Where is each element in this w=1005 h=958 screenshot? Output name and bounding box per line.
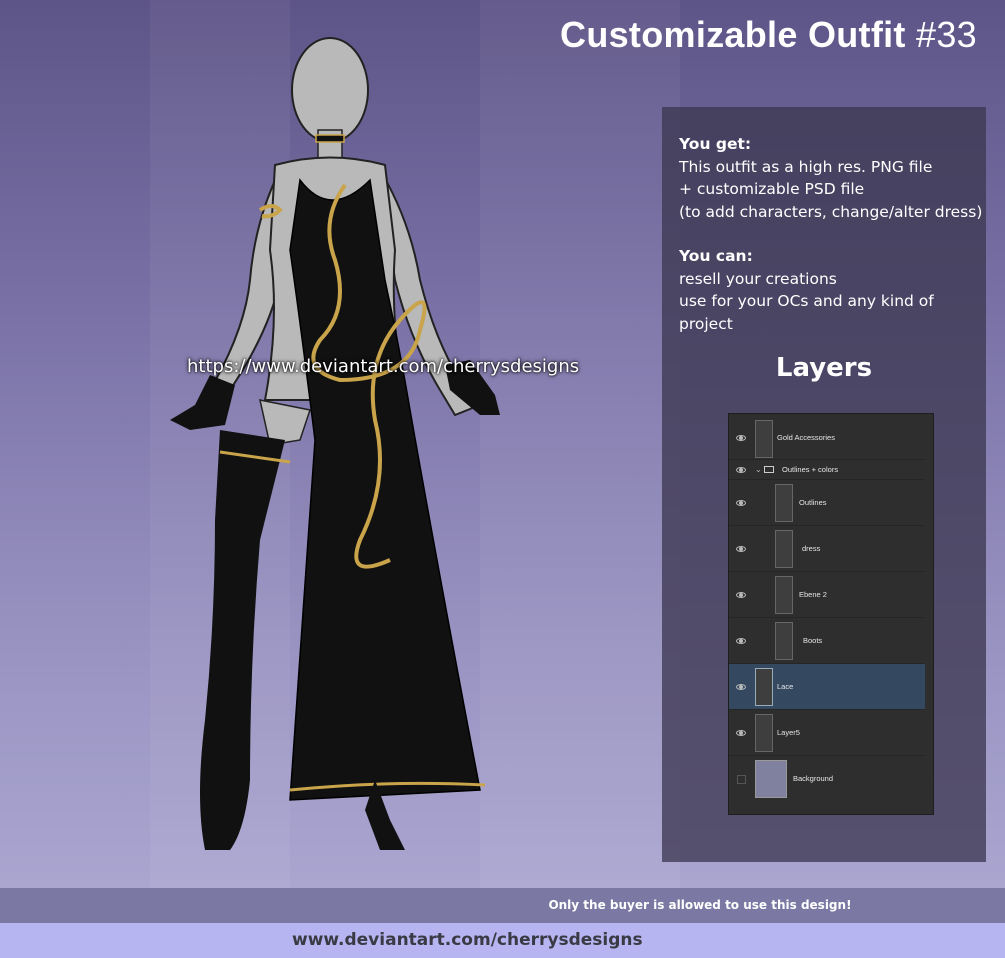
- layer-name: Boots: [803, 635, 823, 645]
- layer-name: Layer5: [777, 727, 800, 737]
- you-can-heading: You can:: [679, 247, 753, 265]
- layer-name: Background: [793, 774, 834, 783]
- layer-row[interactable]: Background: [729, 756, 925, 802]
- layer-name: Ebene 2: [799, 589, 827, 599]
- visibility-checkbox[interactable]: [737, 775, 746, 784]
- info-text: You get: This outfit as a high res. PNG …: [679, 133, 986, 335]
- footer-url[interactable]: www.deviantart.com/cherrysdesigns: [292, 930, 643, 950]
- title-main: Customizable Outfit: [560, 14, 906, 55]
- layers-heading: Layers: [775, 353, 873, 383]
- layer-row[interactable]: Layer5: [729, 710, 925, 756]
- layer-row[interactable]: Gold Accessories: [729, 416, 925, 460]
- buyer-notice: Only the buyer is allowed to use this de…: [548, 898, 852, 912]
- footer-bar: www.deviantart.com/cherrysdesigns: [0, 923, 1005, 958]
- you-get-line: + customizable PSD file: [679, 180, 865, 198]
- you-get-line: (to add characters, change/alter dress): [679, 202, 983, 221]
- layer-name: Outlines + colors: [782, 464, 839, 474]
- page-title: Customizable Outfit #33: [560, 14, 977, 56]
- layer-group-row[interactable]: ⌄ Outlines + colors: [729, 460, 925, 480]
- title-number: #33: [916, 14, 977, 55]
- choker: [315, 134, 345, 143]
- eye-icon[interactable]: [736, 499, 746, 506]
- layer-name: Lace: [777, 681, 794, 691]
- watermark-url: https://www.deviantart.com/cherrysdesign…: [187, 356, 580, 377]
- notice-bar: Only the buyer is allowed to use this de…: [0, 888, 1005, 923]
- glove-left: [170, 375, 235, 430]
- layer-row-selected[interactable]: Lace: [729, 664, 925, 710]
- layer-name: Gold Accessories: [777, 432, 835, 442]
- mannequin-head: [291, 37, 369, 143]
- outfit-figure: [170, 37, 500, 850]
- boot-left: [200, 430, 285, 850]
- layer-thumbnail: [755, 714, 773, 752]
- layer-name: Outlines: [799, 497, 827, 507]
- you-get-heading: You get:: [679, 135, 752, 153]
- layer-thumbnail: [755, 760, 787, 798]
- folder-icon: [764, 465, 774, 473]
- layer-name: dress: [802, 543, 821, 553]
- layer-thumbnail: [755, 668, 773, 706]
- eye-icon[interactable]: [736, 591, 746, 598]
- you-get-line: This outfit as a high res. PNG file: [679, 157, 933, 176]
- eye-icon[interactable]: [736, 434, 746, 441]
- layer-row[interactable]: Boots: [729, 618, 925, 664]
- layer-thumbnail: [755, 420, 773, 458]
- layer-row[interactable]: dress: [729, 526, 925, 572]
- layer-row[interactable]: Outlines: [729, 480, 925, 526]
- eye-icon[interactable]: [736, 683, 746, 690]
- you-can-line: resell your creations: [679, 269, 837, 288]
- layer-row[interactable]: Ebene 2: [729, 572, 925, 618]
- chevron-down-icon[interactable]: ⌄: [755, 465, 762, 474]
- eye-icon[interactable]: [736, 466, 746, 473]
- eye-icon[interactable]: [736, 637, 746, 644]
- layer-thumbnail: [775, 576, 793, 614]
- eye-icon[interactable]: [736, 545, 746, 552]
- eye-icon[interactable]: [736, 729, 746, 736]
- layers-panel: Gold Accessories ⌄ Outlines + colors Out…: [728, 413, 934, 815]
- layer-thumbnail: [775, 622, 793, 660]
- you-can-line: use for your OCs and any kind of project: [679, 292, 934, 333]
- layer-thumbnail: [775, 484, 793, 522]
- layer-thumbnail: [775, 530, 793, 568]
